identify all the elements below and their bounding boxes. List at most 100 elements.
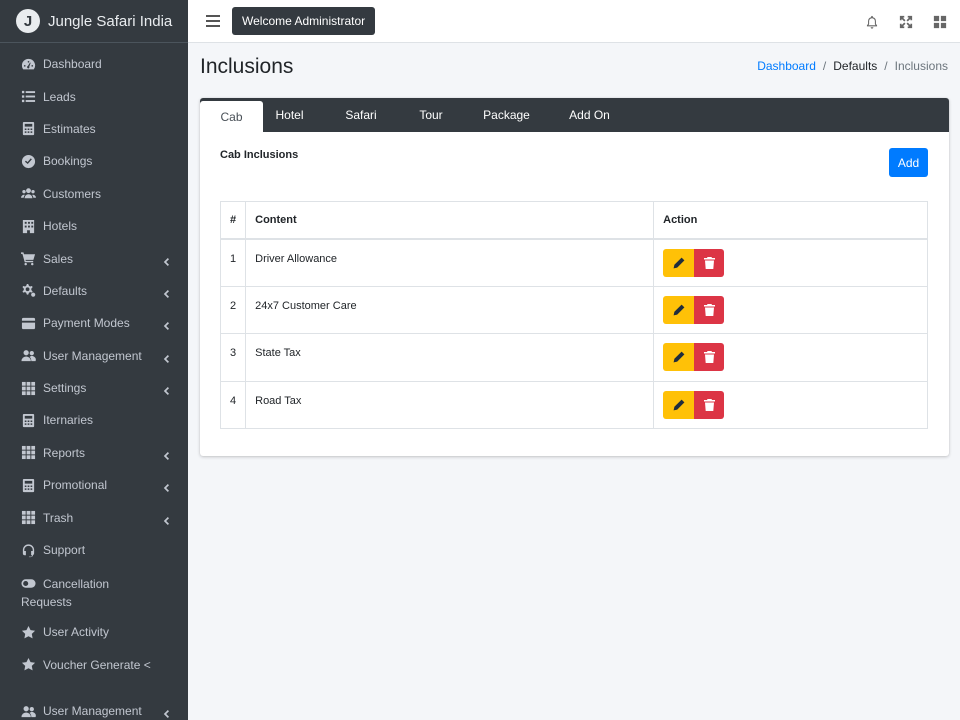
sidebar-item-user-management[interactable]: User Management <box>0 695 188 720</box>
edit-button[interactable] <box>663 343 695 371</box>
sidebar-item-bookings[interactable]: Bookings <box>0 145 188 177</box>
row-actions <box>653 238 928 287</box>
sidebar-item-label: Cancellation Requests <box>21 577 110 610</box>
tab-cab[interactable]: Cab <box>200 101 263 132</box>
sidebar-item-label: Reports <box>43 445 86 460</box>
sidebar-item-customers[interactable]: Customers <box>0 178 188 210</box>
chevron-left-icon <box>162 319 170 331</box>
users-icon <box>20 186 36 202</box>
grid-icon <box>20 510 36 526</box>
list-icon <box>20 89 36 105</box>
table-row: 1 Driver Allowance <box>219 238 928 287</box>
header-content: Content <box>245 201 655 240</box>
sidebar-item-iternaries[interactable]: Iternaries <box>0 404 188 436</box>
breadcrumb-separator: / <box>884 59 888 73</box>
row-actions <box>653 380 928 429</box>
trash-icon <box>703 256 715 269</box>
trash-icon <box>703 303 715 316</box>
breadcrumb-separator: / <box>822 59 827 73</box>
table-row: 3 State Tax <box>219 333 928 382</box>
header-action: Action <box>653 201 928 240</box>
breadcrumb: Dashboard / Defaults / Inclusions <box>757 59 948 73</box>
row-number: 2 <box>219 285 247 334</box>
sidebar-item-reports[interactable]: Reports <box>0 437 188 469</box>
row-content: Road Tax <box>245 380 655 429</box>
delete-button[interactable] <box>694 390 725 419</box>
trash-icon <box>703 398 715 411</box>
grid-apps-icon[interactable] <box>932 14 948 30</box>
sidebar-item-label: User Management <box>43 704 142 719</box>
cogs-icon <box>20 283 36 299</box>
inclusions-table: # Content Action 1 Driver Allowance 2 24x7 … <box>219 201 928 429</box>
sidebar-item-support[interactable]: Support <box>0 534 188 566</box>
row-actions <box>653 333 928 382</box>
sidebar-item-cancellation-requests[interactable]: Cancellation Requests <box>0 566 188 616</box>
grid-icon <box>20 445 36 461</box>
sidebar-item-settings[interactable]: Settings <box>0 372 188 404</box>
calculator-icon <box>20 121 36 137</box>
top-navbar: Welcome Administrator <box>188 0 960 43</box>
breadcrumb-dashboard[interactable]: Dashboard <box>757 59 816 73</box>
expand-icon[interactable] <box>898 14 914 30</box>
welcome-badge: Welcome Administrator <box>232 7 376 35</box>
pencil-icon <box>673 399 685 411</box>
sidebar-item-voucher-generate[interactable]: Voucher Generate < <box>0 649 188 681</box>
user-friends-icon <box>20 348 36 364</box>
bell-icon[interactable] <box>864 14 880 30</box>
brand-name: Jungle Safari India <box>48 12 173 30</box>
chevron-left-icon <box>162 707 170 719</box>
chevron-left-icon <box>162 514 170 525</box>
tab-package[interactable]: Package <box>456 98 557 132</box>
sidebar-item-promotional[interactable]: Promotional <box>0 469 188 501</box>
delete-button[interactable] <box>694 343 725 371</box>
sidebar-item-payment-modes[interactable]: Payment Modes <box>0 307 188 339</box>
menu-toggle-icon[interactable] <box>206 15 220 27</box>
user-friends-icon <box>20 703 36 719</box>
building-icon <box>20 218 36 234</box>
tab-hotel[interactable]: Hotel <box>263 98 316 132</box>
sidebar-item-label: Defaults <box>43 283 88 298</box>
pencil-icon <box>673 304 685 316</box>
chevron-left-icon <box>162 384 170 396</box>
sidebar-item-label: Trash <box>43 510 74 525</box>
chevron-left-icon <box>162 352 170 363</box>
delete-button[interactable] <box>694 248 725 277</box>
edit-button[interactable] <box>663 295 695 324</box>
tab-tour[interactable]: Tour <box>406 98 456 132</box>
sidebar-item-leads[interactable]: Leads <box>0 80 188 112</box>
row-content: Driver Allowance <box>245 238 655 287</box>
cart-icon <box>20 251 36 267</box>
chevron-left-icon <box>162 287 170 298</box>
sidebar-item-defaults[interactable]: Defaults <box>0 275 188 307</box>
section-title: Cab Inclusions <box>220 149 299 161</box>
calculator-icon <box>20 412 36 428</box>
breadcrumb-current: Inclusions <box>894 59 948 73</box>
sidebar-item-trash[interactable]: Trash <box>0 501 188 533</box>
table-row: 2 24x7 Customer Care <box>219 285 928 334</box>
sidebar-item-dashboard[interactable]: Dashboard <box>0 48 188 80</box>
tab-add-on[interactable]: Add On <box>557 98 622 132</box>
row-number: 4 <box>219 380 247 429</box>
sidebar-item-label: Support <box>43 543 86 558</box>
row-content: State Tax <box>245 333 655 382</box>
tachometer-icon <box>20 56 36 72</box>
edit-button[interactable] <box>663 248 695 277</box>
edit-button[interactable] <box>663 390 695 419</box>
breadcrumb-defaults[interactable]: Defaults <box>833 59 877 73</box>
sidebar-item-user-activity[interactable]: User Activity <box>0 616 188 648</box>
tab-safari[interactable]: Safari <box>316 98 406 132</box>
chevron-left-icon <box>162 255 170 266</box>
sidebar-item-label: Settings <box>43 381 87 396</box>
sidebar-item-label: User Management <box>43 348 142 363</box>
trash-icon <box>703 351 715 363</box>
delete-button[interactable] <box>694 295 725 324</box>
sidebar-item-estimates[interactable]: Estimates <box>0 113 188 145</box>
sidebar-item-label: Customers <box>43 186 102 201</box>
add-button[interactable]: Add <box>889 148 928 177</box>
sidebar-item-label: Bookings <box>43 154 93 169</box>
sidebar-item-user-management[interactable]: User Management <box>0 340 188 372</box>
sidebar-item-hotels[interactable]: Hotels <box>0 210 188 242</box>
brand-link[interactable]: J Jungle Safari India <box>0 0 188 43</box>
sidebar-item-sales[interactable]: Sales <box>0 242 188 274</box>
